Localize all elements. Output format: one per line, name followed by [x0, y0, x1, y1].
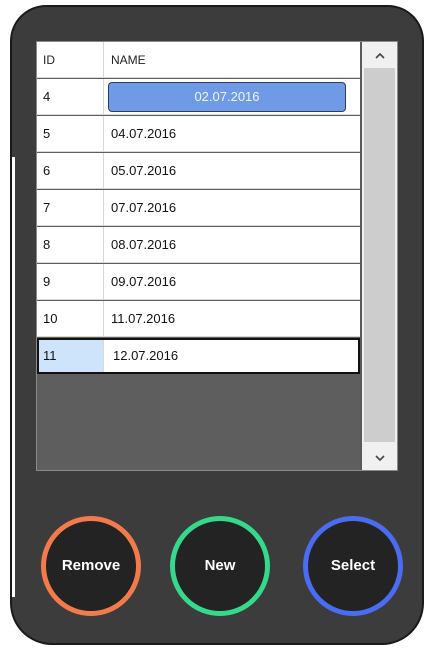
new-button[interactable]: New — [170, 516, 270, 616]
vertical-scrollbar[interactable] — [362, 42, 397, 470]
select-button[interactable]: Select — [303, 516, 403, 616]
cell-id[interactable]: 4 — [37, 79, 104, 115]
table-row[interactable]: 7 07.07.2016 — [37, 190, 360, 226]
selected-name-cell[interactable]: 02.07.2016 — [108, 82, 346, 112]
app-window: ID NAME 4 02.07.2016 5 04.07.2016 6 05.0… — [12, 7, 422, 643]
column-header-name[interactable]: NAME — [104, 42, 360, 78]
cell-id[interactable]: 5 — [37, 116, 104, 152]
column-header-id[interactable]: ID — [37, 42, 104, 78]
cell-name[interactable]: 12.07.2016 — [106, 340, 362, 372]
scrollbar-thumb[interactable] — [364, 68, 395, 442]
cell-name[interactable]: 07.07.2016 — [104, 190, 360, 226]
chevron-down-icon[interactable] — [362, 444, 397, 470]
table-row[interactable]: 5 04.07.2016 — [37, 116, 360, 152]
current-cell-id[interactable]: 11 — [39, 340, 104, 372]
data-grid-panel: ID NAME 4 02.07.2016 5 04.07.2016 6 05.0… — [36, 41, 398, 471]
data-grid: ID NAME 4 02.07.2016 5 04.07.2016 6 05.0… — [37, 42, 360, 470]
cell-id[interactable]: 6 — [37, 153, 104, 189]
grid-header-row: ID NAME — [37, 42, 360, 78]
remove-button[interactable]: Remove — [41, 516, 141, 616]
cell-name[interactable]: 08.07.2016 — [104, 227, 360, 263]
table-row[interactable]: 10 11.07.2016 — [37, 301, 360, 337]
cell-name[interactable]: 11.07.2016 — [104, 301, 360, 337]
cell-id[interactable]: 10 — [37, 301, 104, 337]
table-row[interactable]: 9 09.07.2016 — [37, 264, 360, 300]
cell-name[interactable]: 09.07.2016 — [104, 264, 360, 300]
cell-name[interactable]: 04.07.2016 — [104, 116, 360, 152]
cell-id[interactable]: 8 — [37, 227, 104, 263]
table-row[interactable]: 8 08.07.2016 — [37, 227, 360, 263]
chevron-up-icon[interactable] — [362, 42, 397, 68]
current-table-row[interactable]: 11 12.07.2016 — [37, 338, 360, 374]
cell-name[interactable]: 05.07.2016 — [104, 153, 360, 189]
table-row[interactable]: 6 05.07.2016 — [37, 153, 360, 189]
window-edge — [12, 157, 15, 597]
cell-id[interactable]: 9 — [37, 264, 104, 300]
cell-id[interactable]: 7 — [37, 190, 104, 226]
table-row[interactable]: 4 02.07.2016 — [37, 79, 360, 115]
